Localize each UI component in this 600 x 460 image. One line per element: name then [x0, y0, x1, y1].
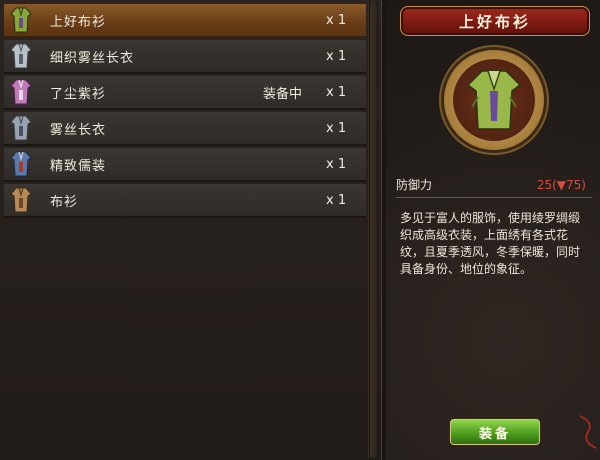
scrollbar[interactable]: [368, 2, 378, 458]
item-description: 多见于富人的服饰，使用绫罗绸缎织成高级衣装，上面绣有各式花纹，且夏季透风，冬季保…: [400, 211, 581, 276]
robe-grey-icon: [8, 113, 34, 143]
item-quantity: x 1: [326, 48, 347, 64]
robe-silver-icon: [8, 41, 34, 71]
list-item[interactable]: 布衫 x 1: [4, 184, 366, 218]
stat-label: 防御力: [396, 178, 433, 192]
equip-button[interactable]: 装备: [450, 419, 540, 445]
item-name: 了尘紫衫: [50, 86, 107, 102]
item-name: 雾丝长衣: [50, 122, 107, 138]
item-name: 布衫: [50, 194, 79, 210]
item-quantity: x 1: [326, 192, 347, 208]
robe-green-icon: [8, 5, 34, 35]
item-quantity: x 1: [326, 12, 347, 28]
item-name: 上好布衫: [50, 14, 107, 30]
item-title: 上好布衫: [458, 12, 531, 31]
robe-purple-icon: [8, 77, 34, 107]
inventory-list: 上好布衫 x 1 细织雾丝长衣 x 1 了尘紫衫 装备中 x 1 雾丝长衣 x …: [0, 0, 382, 460]
equipped-status: 装备中: [262, 86, 302, 102]
item-detail-panel: 上好布衫 防御力 25(▼75) 多见于富人的服饰，使用绫罗绸缎织成高级衣装，上…: [386, 0, 600, 460]
item-portrait: [444, 50, 544, 150]
item-name: 精致儒装: [50, 158, 107, 174]
list-item[interactable]: 精致儒装 x 1: [4, 148, 366, 182]
ornament-icon: [579, 415, 597, 449]
scrollbar-thumb[interactable]: [370, 2, 377, 458]
equip-button-label: 装备: [478, 426, 511, 442]
robe-green-icon: [453, 59, 535, 141]
item-title-banner: 上好布衫: [400, 6, 590, 36]
stat-value: 25(▼75): [536, 177, 586, 192]
robe-scholar-icon: [8, 149, 34, 179]
item-quantity: x 1: [326, 84, 347, 100]
defense-stat: 防御力 25(▼75): [396, 172, 592, 198]
item-quantity: x 1: [326, 156, 347, 172]
list-item[interactable]: 雾丝长衣 x 1: [4, 112, 366, 146]
list-item[interactable]: 上好布衫 x 1: [4, 4, 366, 38]
list-item[interactable]: 细织雾丝长衣 x 1: [4, 40, 366, 74]
item-quantity: x 1: [326, 120, 347, 136]
list-item[interactable]: 了尘紫衫 装备中 x 1: [4, 76, 366, 110]
robe-tan-icon: [8, 185, 34, 215]
item-name: 细织雾丝长衣: [50, 50, 135, 66]
